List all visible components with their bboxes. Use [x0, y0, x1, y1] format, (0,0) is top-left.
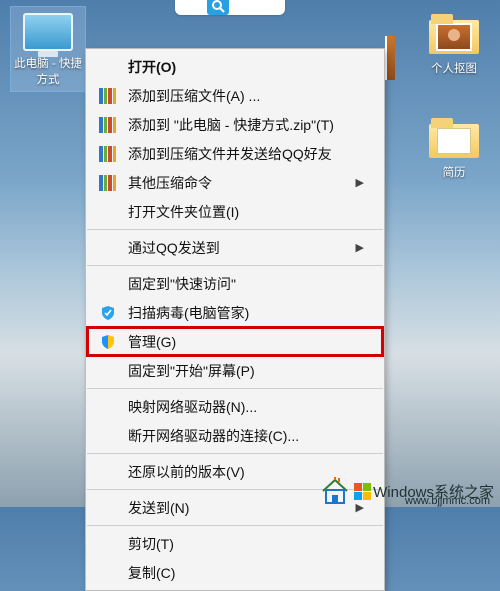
folder-icon	[427, 118, 481, 160]
menu-pin-quick-access[interactable]: 固定到"快速访问"	[86, 269, 384, 298]
watermark-url: www.bjjmmc.com	[405, 495, 490, 507]
desktop-icon-label: 个人抠图	[431, 60, 477, 76]
menu-separator	[87, 525, 383, 526]
archive-icon	[98, 145, 118, 163]
menu-item-label: 打开文件夹位置(I)	[128, 202, 364, 222]
menu-item-label: 扫描病毒(电脑管家)	[128, 303, 364, 323]
blank-icon	[98, 203, 118, 221]
desktop-icon-personal-cutout[interactable]: 个人抠图	[416, 14, 492, 76]
menu-cut[interactable]: 剪切(T)	[86, 529, 384, 558]
menu-item-label: 映射网络驱动器(N)...	[128, 397, 364, 417]
folder-icon	[427, 14, 481, 56]
blank-icon	[98, 535, 118, 553]
archive-icon	[98, 87, 118, 105]
desktop-icon-partial	[385, 36, 395, 80]
menu-item-label: 通过QQ发送到	[128, 238, 356, 258]
blank-icon	[98, 499, 118, 517]
menu-manage[interactable]: 管理(G)	[86, 327, 384, 356]
desktop-icon-this-pc[interactable]: 此电脑 - 快捷方式	[10, 6, 86, 92]
menu-item-label: 其他压缩命令	[128, 173, 356, 193]
windows-logo-icon	[354, 483, 371, 500]
menu-pin-start[interactable]: 固定到"开始"屏幕(P)	[86, 356, 384, 385]
menu-open-file-location[interactable]: 打开文件夹位置(I)	[86, 197, 384, 226]
menu-item-label: 断开网络驱动器的连接(C)...	[128, 426, 364, 446]
blank-icon	[98, 427, 118, 445]
submenu-arrow-icon: ▶	[356, 241, 364, 254]
archive-icon	[98, 174, 118, 192]
house-logo-icon	[320, 477, 350, 505]
menu-add-to-archive[interactable]: 添加到压缩文件(A) ...	[86, 81, 384, 110]
blank-icon	[98, 239, 118, 257]
menu-separator	[87, 388, 383, 389]
archive-icon	[98, 116, 118, 134]
submenu-arrow-icon: ▶	[356, 176, 364, 189]
menu-disconnect-network-drive[interactable]: 断开网络驱动器的连接(C)...	[86, 421, 384, 450]
blank-icon	[98, 463, 118, 481]
blank-icon	[98, 362, 118, 380]
menu-item-label: 管理(G)	[128, 332, 364, 352]
menu-item-label: 添加到 "此电脑 - 快捷方式.zip"(T)	[128, 115, 364, 135]
menu-scan-virus[interactable]: 扫描病毒(电脑管家)	[86, 298, 384, 327]
menu-open[interactable]: 打开(O)	[86, 52, 384, 81]
desktop-icon-label: 简历	[443, 164, 466, 180]
desktop-icon-resume[interactable]: 简历	[416, 118, 492, 180]
desktop-icon-label: 此电脑 - 快捷方式	[13, 55, 83, 87]
menu-separator	[87, 265, 383, 266]
menu-item-label: 固定到"开始"屏幕(P)	[128, 361, 364, 381]
menu-copy[interactable]: 复制(C)	[86, 558, 384, 587]
blank-icon	[98, 58, 118, 76]
uac-shield-icon	[98, 333, 118, 351]
shield-check-icon	[98, 304, 118, 322]
menu-item-label: 添加到压缩文件并发送给QQ好友	[128, 144, 364, 164]
menu-send-via-qq[interactable]: 通过QQ发送到 ▶	[86, 233, 384, 262]
menu-item-label: 剪切(T)	[128, 534, 364, 554]
menu-item-label: 固定到"快速访问"	[128, 274, 364, 294]
menu-add-to-named-zip[interactable]: 添加到 "此电脑 - 快捷方式.zip"(T)	[86, 110, 384, 139]
pc-icon	[23, 13, 73, 51]
menu-separator	[87, 229, 383, 230]
menu-map-network-drive[interactable]: 映射网络驱动器(N)...	[86, 392, 384, 421]
menu-add-and-send-qq[interactable]: 添加到压缩文件并发送给QQ好友	[86, 139, 384, 168]
blank-icon	[98, 398, 118, 416]
taskbar-search-fragment	[175, 0, 285, 15]
menu-item-label: 添加到压缩文件(A) ...	[128, 86, 364, 106]
blank-icon	[98, 564, 118, 582]
menu-separator	[87, 453, 383, 454]
context-menu: 打开(O) 添加到压缩文件(A) ... 添加到 "此电脑 - 快捷方式.zip…	[85, 48, 385, 591]
blank-icon	[98, 275, 118, 293]
menu-item-label: 打开(O)	[128, 57, 364, 77]
menu-item-label: 复制(C)	[128, 563, 364, 583]
search-icon[interactable]	[207, 0, 229, 15]
menu-other-compress[interactable]: 其他压缩命令 ▶	[86, 168, 384, 197]
